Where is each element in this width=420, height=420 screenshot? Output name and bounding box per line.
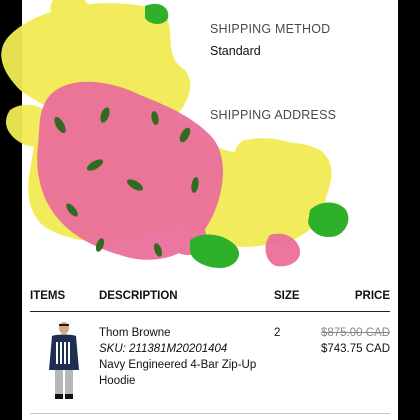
original-price: $875.00 CAD [320, 327, 390, 339]
product-size: 2 [274, 327, 281, 339]
header-items: ITEMS [30, 290, 66, 302]
product-sku: SKU: 211381M20201404 [99, 343, 228, 355]
product-thumbnail[interactable] [46, 320, 82, 400]
header-size: SIZE [274, 290, 300, 302]
shipping-address-label: SHIPPING ADDRESS [210, 108, 337, 122]
sale-price: $743.75 CAD [320, 343, 390, 355]
header-description: DESCRIPTION [99, 290, 178, 302]
shipping-method-label: SHIPPING METHOD [210, 22, 331, 36]
header-divider [30, 311, 390, 312]
items-table-header: ITEMS DESCRIPTION SIZE PRICE [30, 290, 390, 310]
row-divider [30, 413, 390, 414]
shipping-method-value: Standard [210, 44, 261, 58]
product-brand: Thom Browne [99, 327, 171, 339]
product-name[interactable]: Navy Engineered 4-Bar Zip-Up Hoodie [99, 357, 264, 389]
header-price: PRICE [354, 290, 390, 302]
